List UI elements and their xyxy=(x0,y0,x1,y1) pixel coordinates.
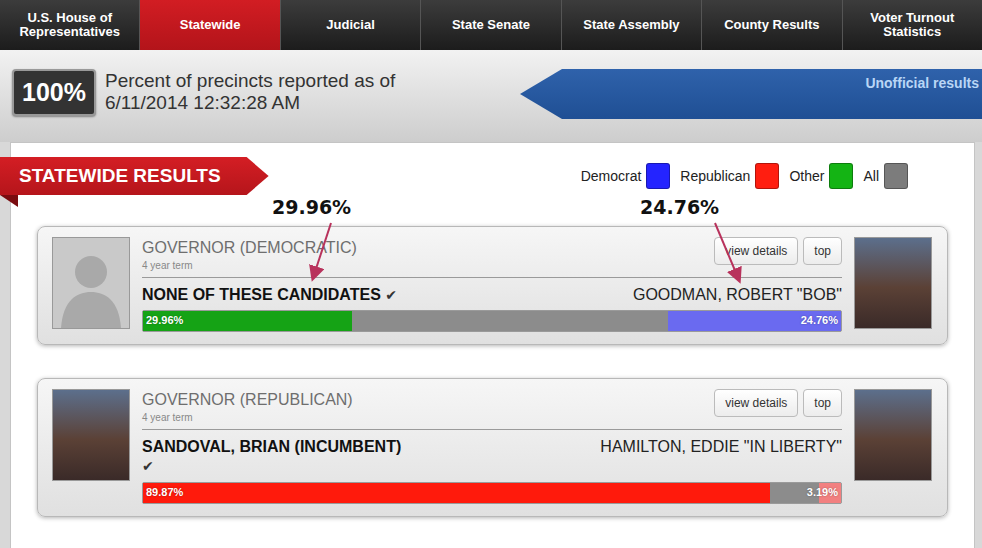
race-card: GOVERNOR (REPUBLICAN) 4 year term view det… xyxy=(37,378,948,516)
vote-fill xyxy=(143,483,770,503)
section-header: STATEWIDE RESULTSDemocratRepublicanOther… xyxy=(11,156,974,196)
candidate-name: GOODMAN, ROBERT "BOB" xyxy=(633,285,842,304)
race-header: GOVERNOR (REPUBLICAN) 4 year term view det… xyxy=(142,389,842,430)
annotation-label: 24.76% xyxy=(640,196,719,218)
races-list: 29.96% 24.76% GOVERNOR (DEMOCRATIC) 4 year … xyxy=(11,196,974,517)
legend-item[interactable]: All xyxy=(863,163,908,189)
candidate-name: HAMILTON, EDDIE "IN LIBERTY" xyxy=(600,437,842,456)
vote-share: 29.96% xyxy=(146,314,183,326)
vote-share: 3.19% xyxy=(807,486,838,498)
party-legend: Democrat Republican Other All xyxy=(577,163,908,189)
vote-bar: 89.87% 3.19% xyxy=(142,482,842,504)
nav-tab[interactable]: Judicial xyxy=(281,0,421,50)
nav-tab[interactable]: State Senate xyxy=(421,0,561,50)
candidate-portrait xyxy=(854,389,932,481)
status-strip: 100%Percent of precincts reported as of6… xyxy=(0,50,982,142)
race-card: GOVERNOR (DEMOCRATIC) 4 year term view det… xyxy=(37,226,948,345)
nav-tab[interactable]: U.S. House of Representatives xyxy=(0,0,140,50)
race-button[interactable]: top xyxy=(803,389,842,417)
candidate-portrait xyxy=(854,237,932,329)
race-buttons: view detailstop xyxy=(714,389,842,417)
annotation-label: 29.96% xyxy=(272,196,351,218)
vote-share: 89.87% xyxy=(146,486,183,498)
legend-item[interactable]: Other xyxy=(789,163,853,189)
race-button[interactable]: view details xyxy=(714,389,798,417)
race-buttons: view detailstop xyxy=(714,237,842,265)
nav-tab[interactable]: Voter Turnout Statistics xyxy=(843,0,982,50)
vote-share: 24.76% xyxy=(801,314,838,326)
legend-swatch xyxy=(829,163,853,189)
section-ribbon: STATEWIDE RESULTS xyxy=(0,157,269,195)
candidate-names: SANDOVAL, BRIAN (INCUMBENT) ✔ HAMILTON, E… xyxy=(142,430,842,481)
race-body: GOVERNOR (DEMOCRATIC) 4 year term view det… xyxy=(142,237,842,332)
race-button[interactable]: view details xyxy=(714,237,798,265)
race-term: 4 year term xyxy=(142,260,357,271)
unofficial-banner: Unofficial results xyxy=(520,69,982,119)
candidate-names: NONE OF THESE CANDIDATES ✔ GOODMAN, ROBER… xyxy=(142,278,842,310)
legend-swatch xyxy=(755,163,779,189)
candidate-portrait xyxy=(52,237,130,329)
race-button[interactable]: top xyxy=(803,237,842,265)
ribbon-fold xyxy=(0,195,18,207)
silhouette-icon xyxy=(53,238,129,328)
candidate-name: NONE OF THESE CANDIDATES ✔ xyxy=(142,285,397,304)
legend-item[interactable]: Democrat xyxy=(581,163,671,189)
winner-check-icon: ✔ xyxy=(142,458,154,474)
nav-tab[interactable]: County Results xyxy=(702,0,842,50)
nav-tab[interactable]: State Assembly xyxy=(562,0,702,50)
nav-bar: U.S. House of RepresentativesStatewideJu… xyxy=(0,0,982,50)
section-title: STATEWIDE RESULTS xyxy=(0,157,269,195)
results-page: U.S. House of RepresentativesStatewideJu… xyxy=(0,0,982,548)
results-panel: STATEWIDE RESULTSDemocratRepublicanOther… xyxy=(10,142,975,548)
candidate-name: SANDOVAL, BRIAN (INCUMBENT) ✔ xyxy=(142,437,414,475)
race-header: GOVERNOR (DEMOCRATIC) 4 year term view det… xyxy=(142,237,842,278)
vote-bar: 29.96% 24.76% xyxy=(142,310,842,332)
candidate-portrait xyxy=(52,389,130,481)
race-title: GOVERNOR (DEMOCRATIC) xyxy=(142,237,357,257)
legend-swatch xyxy=(646,163,670,189)
status-text: Percent of precincts reported as of6/11/… xyxy=(105,69,395,115)
legend-item[interactable]: Republican xyxy=(680,163,779,189)
race-body: GOVERNOR (REPUBLICAN) 4 year term view det… xyxy=(142,389,842,503)
race-title: GOVERNOR (REPUBLICAN) xyxy=(142,389,353,409)
winner-check-icon: ✔ xyxy=(385,287,397,303)
nav-tab[interactable]: Statewide xyxy=(140,0,280,50)
legend-swatch xyxy=(884,163,908,189)
race-term: 4 year term xyxy=(142,412,353,423)
percent-reported: 100% xyxy=(12,69,96,116)
